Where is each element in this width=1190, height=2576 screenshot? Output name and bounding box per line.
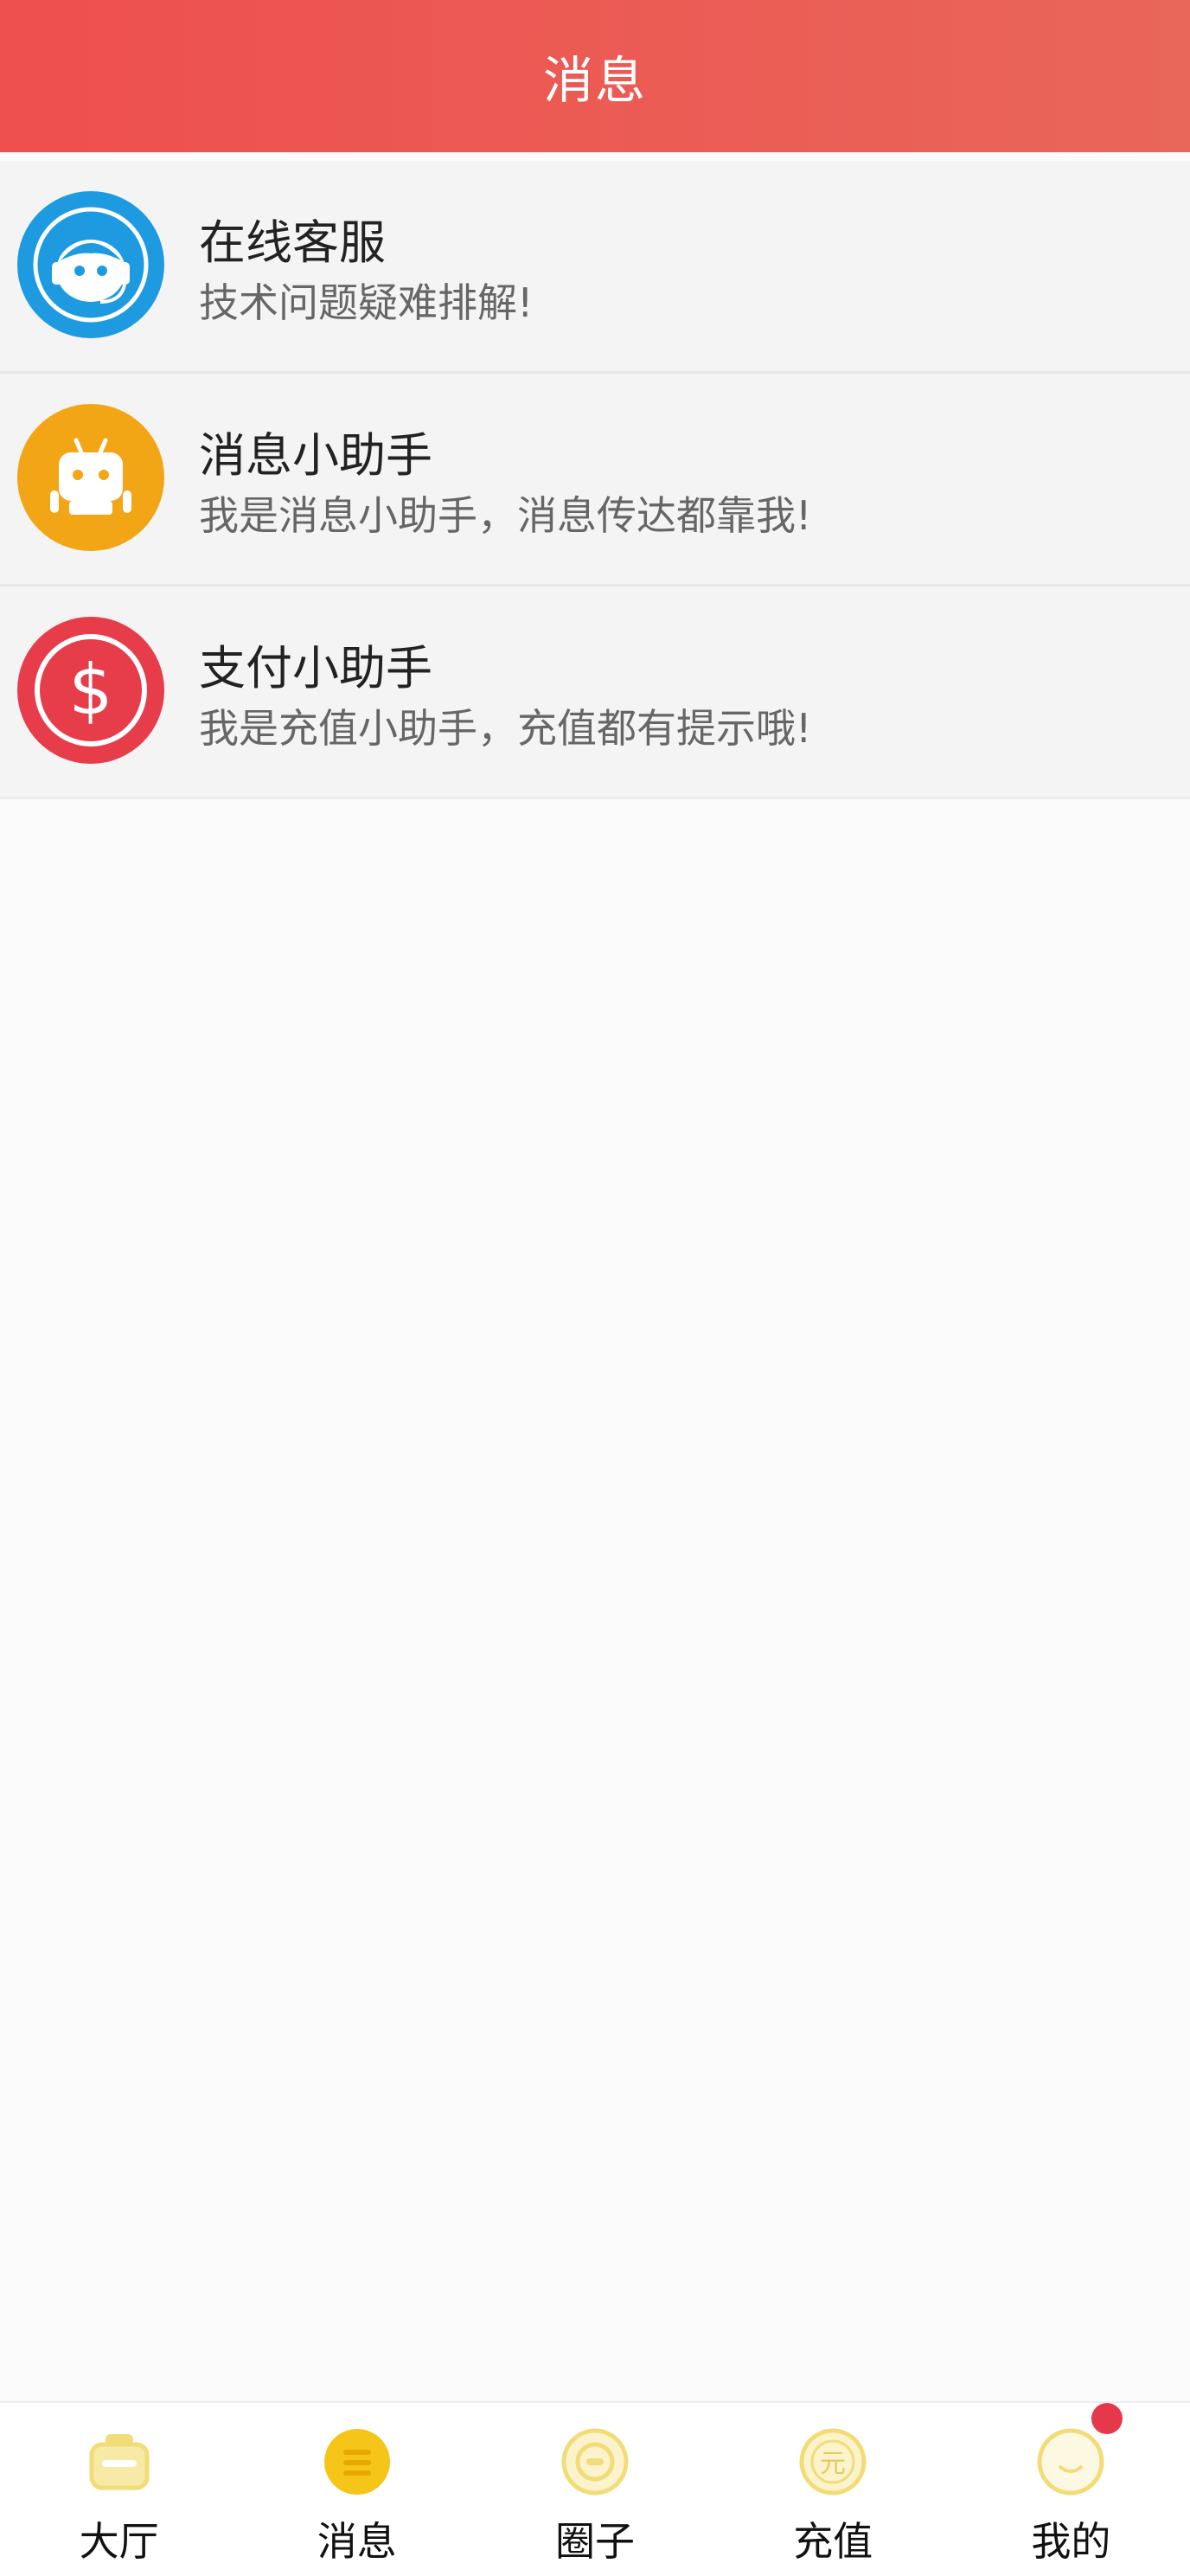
page-title: 消息 [542, 51, 647, 110]
message-subtitle: 我是消息小助手，消息传达都靠我! [199, 492, 812, 539]
message-title: 消息小助手 [199, 428, 432, 483]
tab-label: 圈子 [555, 2518, 635, 2565]
message-item-message-assistant[interactable]: 消息小助手 我是消息小助手，消息传达都靠我! [0, 374, 1190, 586]
lobby-icon [83, 2425, 156, 2498]
recharge-icon: 元 [797, 2425, 869, 2498]
message-icon [321, 2425, 393, 2498]
tab-profile[interactable]: 我的 [952, 2403, 1190, 2576]
robot-icon [17, 404, 164, 551]
message-title: 支付小助手 [199, 641, 432, 695]
header-bar: 消息 [0, 0, 1190, 152]
message-title: 在线客服 [199, 215, 386, 270]
tab-label: 充值 [793, 2518, 873, 2565]
message-list: 在线客服 技术问题疑难排解! 消息小助手 我是消息小助手，消息传达都靠我! $ … [0, 161, 1190, 799]
tab-label: 消息 [317, 2518, 397, 2565]
circle-icon [559, 2425, 631, 2498]
dollar-icon: $ [17, 617, 164, 764]
tab-label: 我的 [1031, 2518, 1111, 2565]
bottom-tab-bar: 大厅 消息 圈子 元 充值 我的 [0, 2401, 1190, 2576]
customer-service-icon [17, 191, 164, 338]
tab-lobby[interactable]: 大厅 [0, 2403, 238, 2576]
svg-text:元: 元 [820, 2449, 846, 2479]
message-subtitle: 技术问题疑难排解! [199, 279, 534, 326]
message-subtitle: 我是充值小助手，充值都有提示哦! [199, 705, 812, 752]
profile-icon [1034, 2403, 1123, 2498]
message-item-payment-assistant[interactable]: $ 支付小助手 我是充值小助手，充值都有提示哦! [0, 586, 1190, 799]
tab-recharge[interactable]: 元 充值 [714, 2403, 952, 2576]
tab-circle[interactable]: 圈子 [476, 2403, 713, 2576]
tab-label: 大厅 [79, 2518, 159, 2565]
svg-text:$: $ [69, 650, 113, 730]
notification-badge [1091, 2403, 1123, 2434]
tab-message[interactable]: 消息 [238, 2403, 476, 2576]
message-item-online-service[interactable]: 在线客服 技术问题疑难排解! [0, 161, 1190, 374]
